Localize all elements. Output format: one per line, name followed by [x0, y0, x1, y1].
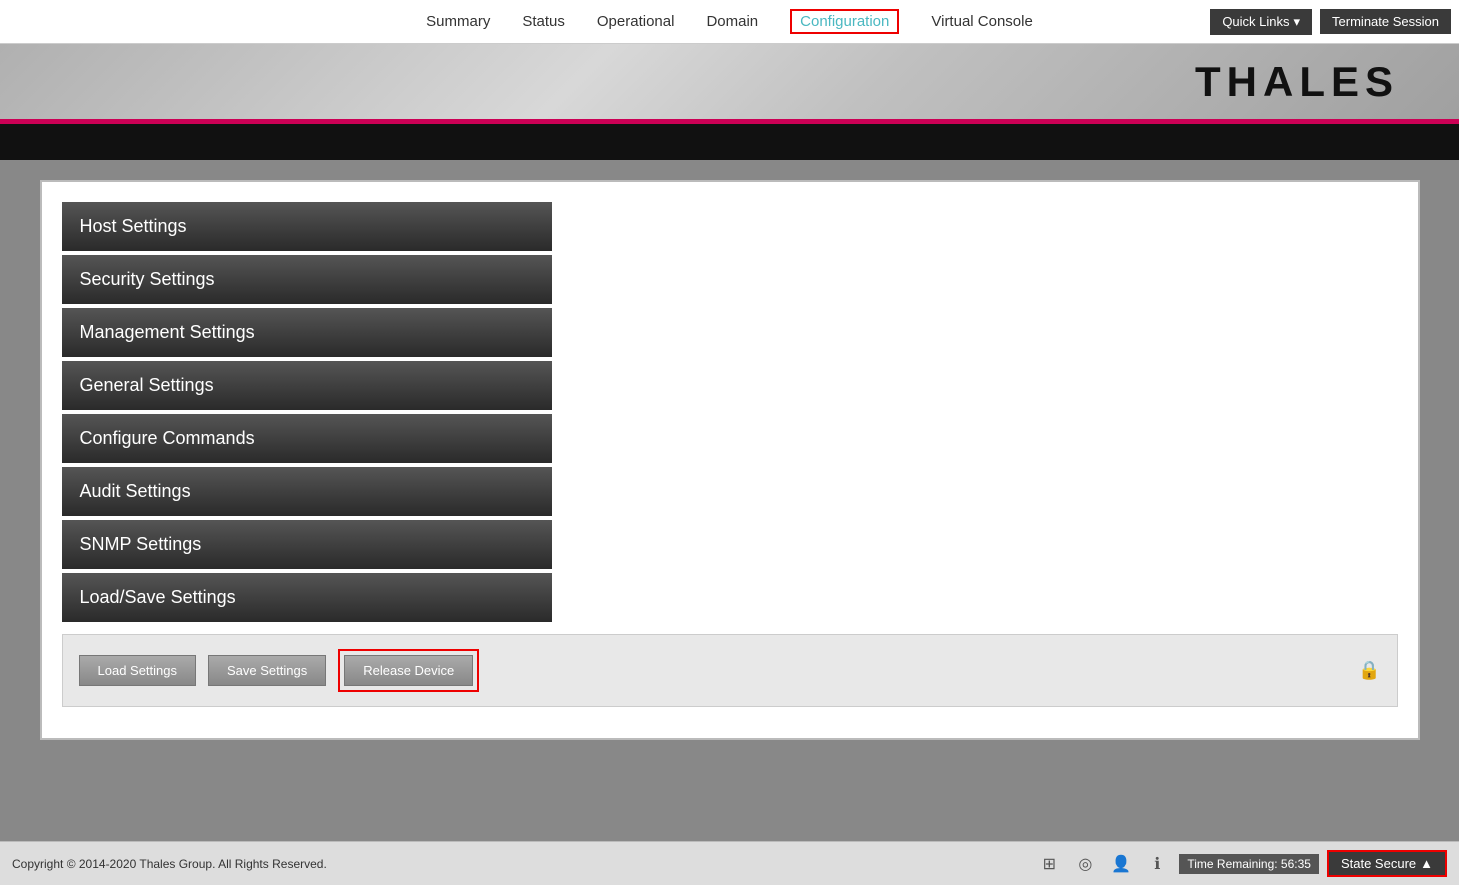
- main-content-area: Host Settings Security Settings Manageme…: [0, 160, 1459, 885]
- main-card: Host Settings Security Settings Manageme…: [40, 180, 1420, 740]
- quick-links-button[interactable]: Quick Links ▾: [1210, 9, 1312, 35]
- load-settings-button[interactable]: Load Settings: [79, 655, 197, 686]
- info-icon[interactable]: ℹ: [1143, 850, 1171, 878]
- nav-right-actions: Quick Links ▾ Terminate Session: [1210, 9, 1451, 35]
- release-device-button[interactable]: Release Device: [344, 655, 473, 686]
- person-icon[interactable]: 👤: [1107, 850, 1135, 878]
- quick-links-label: Quick Links: [1222, 14, 1289, 29]
- nav-status[interactable]: Status: [522, 13, 565, 30]
- nav-virtual-console[interactable]: Virtual Console: [931, 13, 1032, 30]
- action-bar: Load Settings Save Settings Release Devi…: [62, 634, 1398, 707]
- nav-configuration[interactable]: Configuration: [790, 9, 899, 34]
- content-area: Host Settings Security Settings Manageme…: [62, 202, 1398, 622]
- thales-logo: THALES: [1195, 58, 1399, 106]
- release-device-wrapper: Release Device: [338, 649, 479, 692]
- state-label: State Secure: [1341, 856, 1416, 871]
- sidebar-item-security-settings[interactable]: Security Settings: [62, 255, 552, 304]
- sidebar-item-configure-commands[interactable]: Configure Commands: [62, 414, 552, 463]
- nav-domain[interactable]: Domain: [706, 13, 758, 30]
- chevron-down-icon: ▾: [1294, 14, 1301, 30]
- header-banner: THALES: [0, 44, 1459, 124]
- sidebar-item-audit-settings[interactable]: Audit Settings: [62, 467, 552, 516]
- sidebar-item-management-settings[interactable]: Management Settings: [62, 308, 552, 357]
- sidebar-item-snmp-settings[interactable]: SNMP Settings: [62, 520, 552, 569]
- state-secure-button[interactable]: State Secure ▲: [1327, 850, 1447, 877]
- footer-right: ⊞ ◎ 👤 ℹ Time Remaining: 56:35 State Secu…: [1035, 850, 1447, 878]
- top-nav: Summary Status Operational Domain Config…: [0, 0, 1459, 44]
- black-bar: [0, 124, 1459, 160]
- footer: Copyright © 2014-2020 Thales Group. All …: [0, 841, 1459, 885]
- circle-icon[interactable]: ◎: [1071, 850, 1099, 878]
- copyright-text: Copyright © 2014-2020 Thales Group. All …: [12, 857, 327, 871]
- lock-icon: 🔒: [1358, 660, 1380, 681]
- save-settings-button[interactable]: Save Settings: [208, 655, 326, 686]
- sidebar-menu: Host Settings Security Settings Manageme…: [62, 202, 552, 622]
- time-remaining-display: Time Remaining: 56:35: [1179, 854, 1319, 874]
- sidebar-item-host-settings[interactable]: Host Settings: [62, 202, 552, 251]
- chevron-up-icon: ▲: [1420, 856, 1433, 871]
- nav-summary[interactable]: Summary: [426, 13, 490, 30]
- sidebar-item-general-settings[interactable]: General Settings: [62, 361, 552, 410]
- grid-icon[interactable]: ⊞: [1035, 850, 1063, 878]
- nav-operational[interactable]: Operational: [597, 13, 675, 30]
- terminate-session-button[interactable]: Terminate Session: [1320, 9, 1451, 34]
- sidebar-item-load-save-settings[interactable]: Load/Save Settings: [62, 573, 552, 622]
